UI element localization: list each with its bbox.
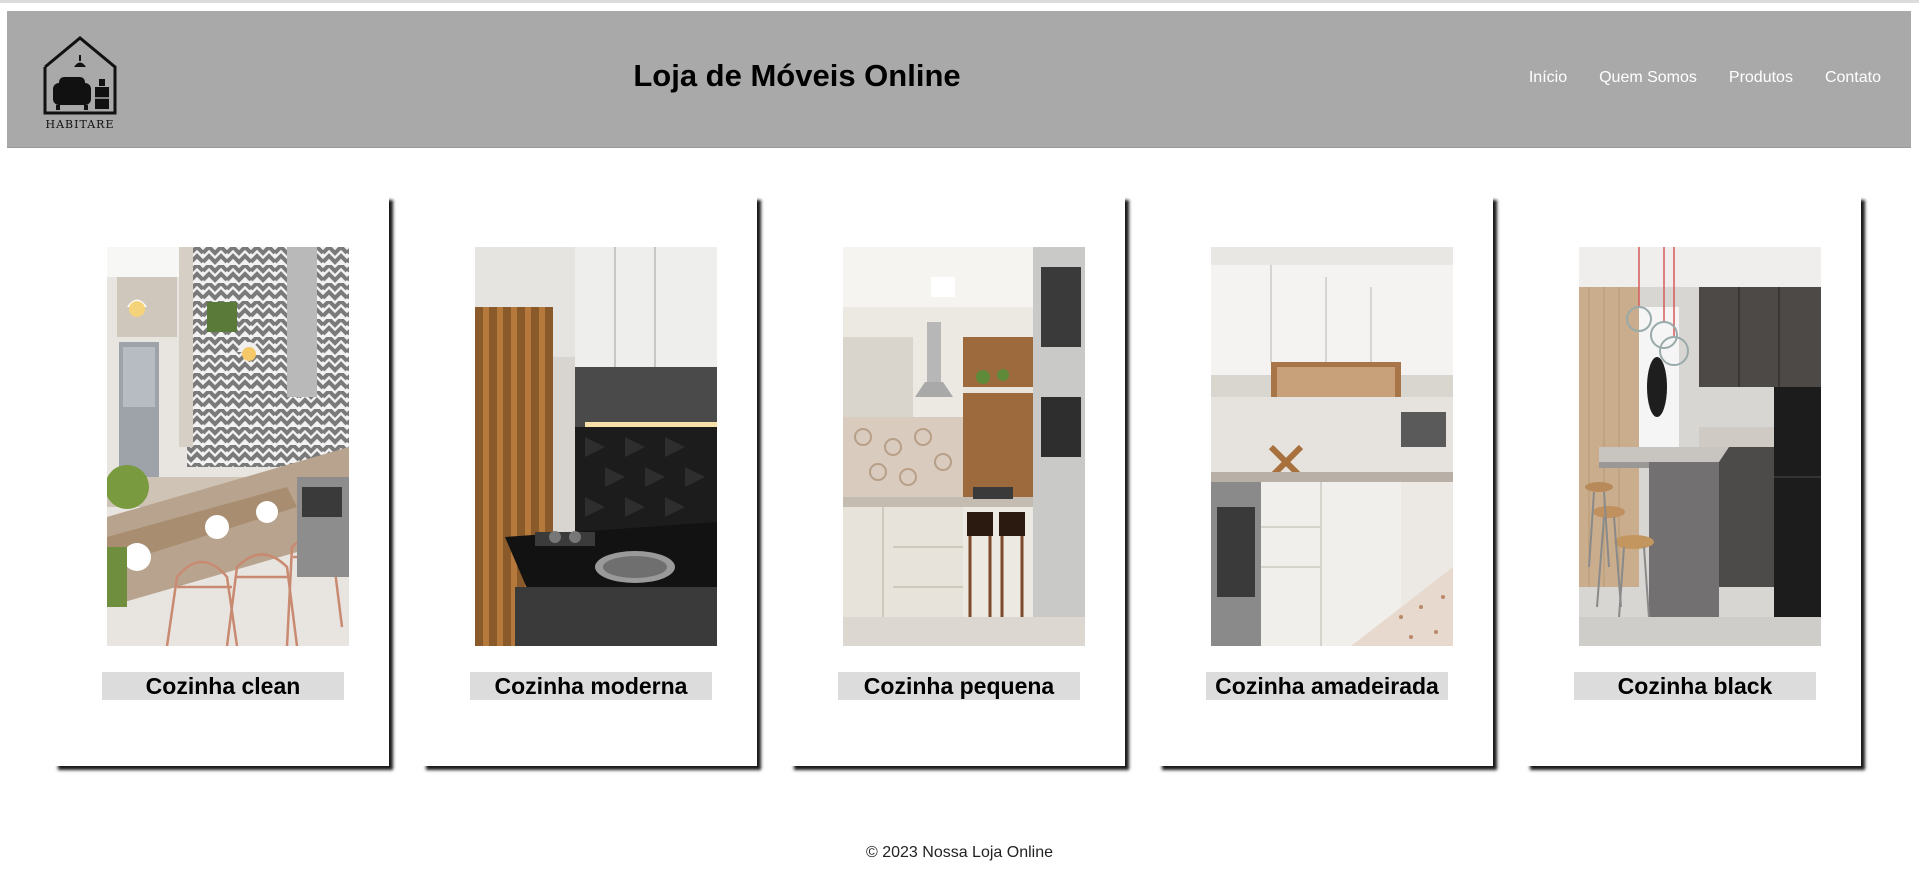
product-photo[interactable] [843,247,1085,646]
kitchen-image [1211,247,1453,646]
product-card-cozinha-pequena[interactable]: Cozinha pequena [790,196,1125,766]
product-label[interactable]: Cozinha black [1574,672,1816,700]
main-nav: Início Quem Somos Produtos Contato [1529,69,1881,87]
product-label[interactable]: Cozinha clean [102,672,344,700]
product-card-cozinha-moderna[interactable]: Cozinha moderna [422,196,757,766]
nav-inicio[interactable]: Início [1529,69,1567,87]
product-card-cozinha-black[interactable]: Cozinha black [1526,196,1861,766]
page-title: Loja de Móveis Online [633,58,961,93]
kitchen-image [843,247,1085,646]
product-grid: Cozinha clean Cozinha moderna Cozinha pe… [54,196,1864,766]
product-photo[interactable] [107,247,349,646]
product-photo[interactable] [1579,247,1821,646]
browser-top-line [0,0,1919,3]
site-footer: © 2023 Nossa Loja Online [0,844,1919,862]
product-card-cozinha-clean[interactable]: Cozinha clean [54,196,389,766]
product-photo[interactable] [1211,247,1453,646]
product-label[interactable]: Cozinha moderna [470,672,712,700]
site-header: HABITARE Loja de Móveis Online Início Qu… [7,11,1911,148]
product-card-cozinha-amadeirada[interactable]: Cozinha amadeirada [1158,196,1493,766]
copyright-text: © 2023 Nossa Loja Online [865,844,1053,861]
logo-text: HABITARE [45,118,115,131]
nav-quem-somos[interactable]: Quem Somos [1599,69,1697,87]
product-label[interactable]: Cozinha amadeirada [1206,672,1448,700]
kitchen-image [1579,247,1821,646]
kitchen-image [475,247,717,646]
kitchen-image [107,247,349,646]
product-photo[interactable] [475,247,717,646]
nav-contato[interactable]: Contato [1825,69,1881,87]
product-label[interactable]: Cozinha pequena [838,672,1080,700]
nav-produtos[interactable]: Produtos [1729,69,1793,87]
